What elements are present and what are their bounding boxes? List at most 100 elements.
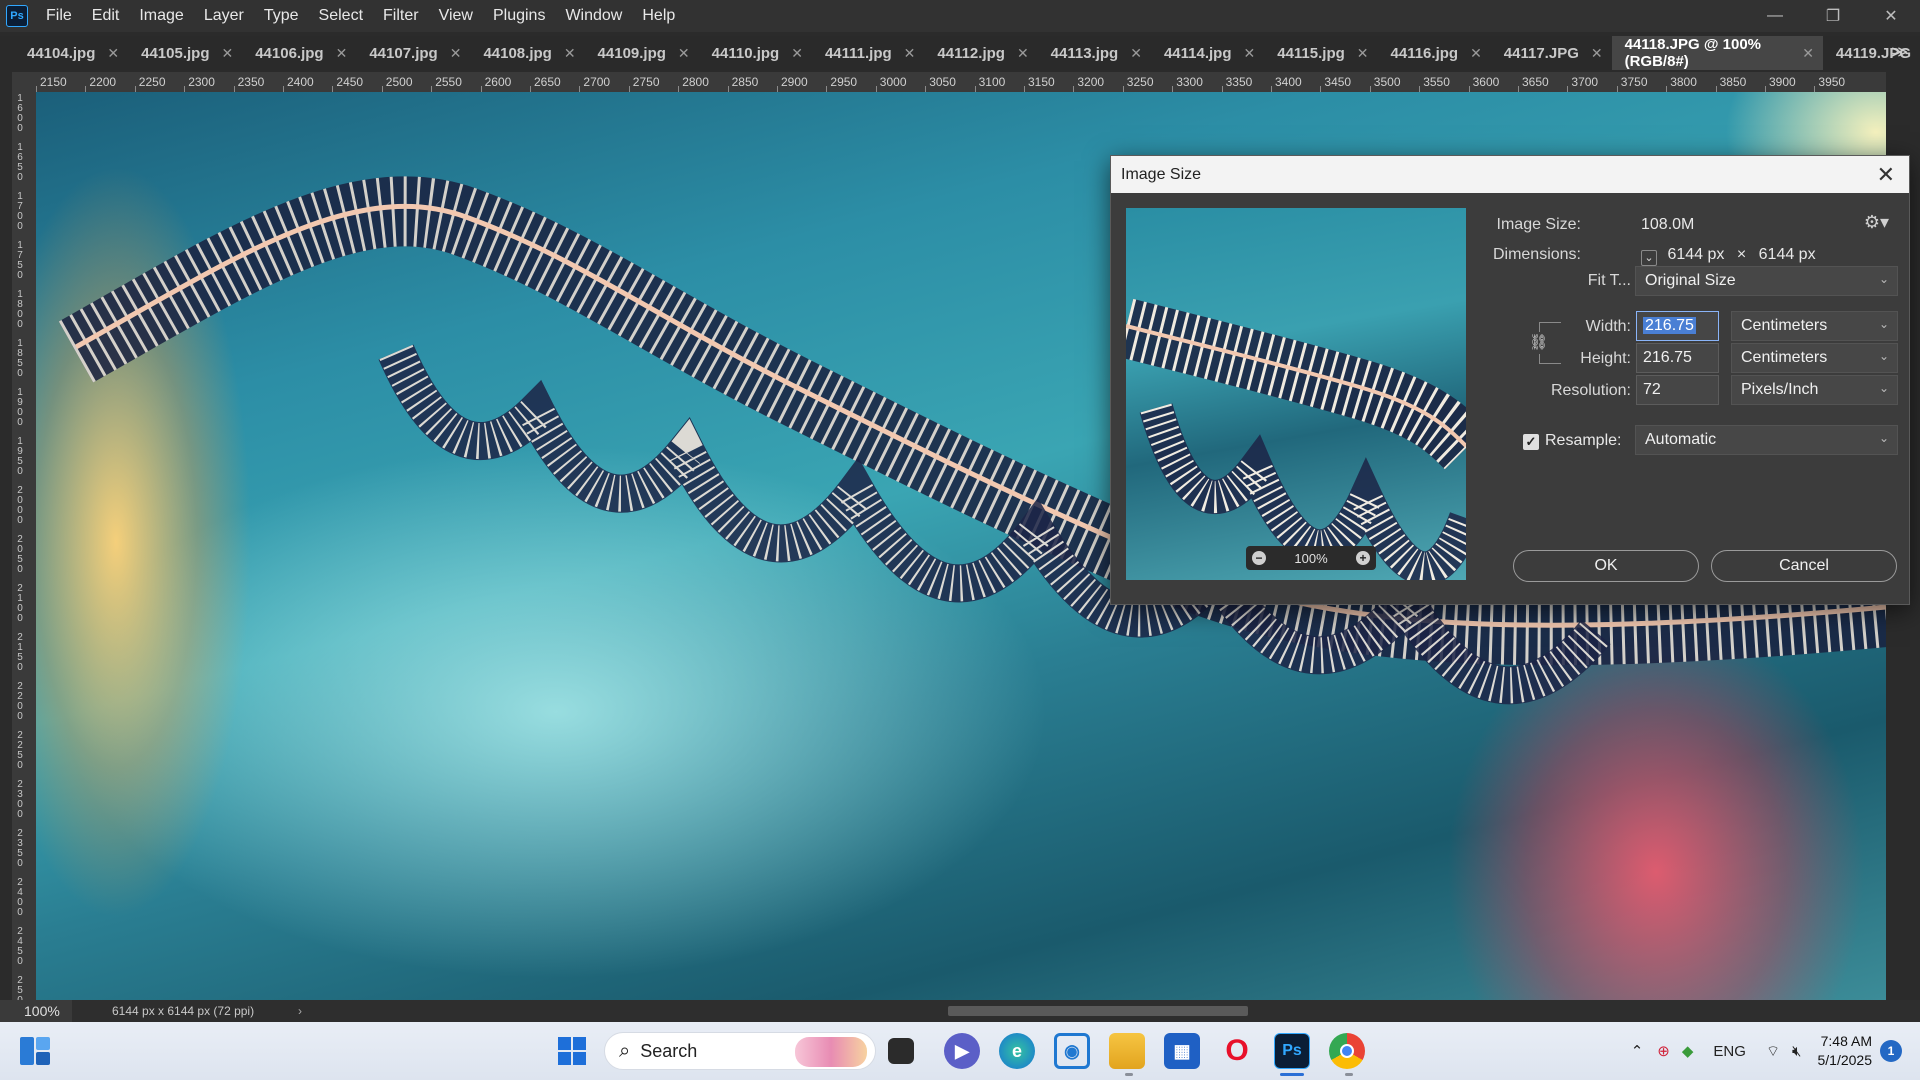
menu-type[interactable]: Type — [254, 0, 309, 32]
chrome-icon[interactable] — [1329, 1033, 1365, 1069]
vpn-globe-icon[interactable]: ⊕ — [1657, 1042, 1670, 1060]
ruler-tick-label: 2650 — [534, 75, 561, 89]
opera-icon[interactable]: O — [1219, 1033, 1255, 1069]
document-tab[interactable]: 44111.jpg ✕ — [812, 36, 924, 70]
notification-badge[interactable]: 1 — [1880, 1040, 1902, 1062]
resolution-label: Resolution: — [1550, 382, 1631, 399]
file-explorer-icon[interactable] — [1109, 1033, 1145, 1069]
menu-file[interactable]: File — [36, 0, 82, 32]
tab-close-icon[interactable]: ✕ — [1130, 45, 1142, 62]
maximize-icon[interactable]: ❐ — [1804, 0, 1862, 32]
windows-taskbar: ⌕ Search ▶ e ◉ ▦ O Ps ⌃ ⊕ ◆ ENG ⌔ 🔇︎ 7:4… — [0, 1022, 1920, 1080]
tab-close-icon[interactable]: ✕ — [678, 45, 690, 62]
snipping-icon[interactable]: ◉ — [1054, 1033, 1090, 1069]
zoom-in-icon[interactable]: + — [1356, 551, 1370, 565]
document-tab[interactable]: 44115.jpg ✕ — [1264, 36, 1377, 70]
dialog-close-icon[interactable]: ✕ — [1877, 162, 1895, 188]
link-proportions-icon[interactable]: ⛓ — [1529, 332, 1548, 354]
status-menu-arrow-icon[interactable]: › — [298, 1004, 302, 1018]
document-tab[interactable]: 44113.jpg ✕ — [1038, 36, 1151, 70]
tab-close-icon[interactable]: ✕ — [1591, 45, 1603, 62]
image-preview[interactable]: − 100% + — [1126, 208, 1466, 580]
tab-close-icon[interactable]: ✕ — [1244, 45, 1256, 62]
start-icon[interactable] — [554, 1033, 590, 1069]
network-app-icon[interactable]: ◆ — [1682, 1042, 1694, 1060]
width-unit-dropdown[interactable]: Centimeters ⌄ — [1731, 311, 1898, 341]
fit-to-dropdown[interactable]: Original Size ⌄ — [1635, 266, 1898, 296]
tab-close-icon[interactable]: ✕ — [904, 45, 916, 62]
tab-label: 44109.jpg — [597, 44, 666, 62]
tab-close-icon[interactable]: ✕ — [450, 45, 462, 62]
document-tab[interactable]: 44106.jpg ✕ — [242, 36, 356, 70]
menu-view[interactable]: View — [429, 0, 483, 32]
ruler-tick-label: 2750 — [632, 75, 660, 89]
height-unit-dropdown[interactable]: Centimeters ⌄ — [1731, 343, 1898, 373]
scrollbar-thumb[interactable] — [948, 1006, 1248, 1016]
tab-close-icon[interactable]: ✕ — [221, 45, 233, 62]
zoom-out-icon[interactable]: − — [1252, 551, 1266, 565]
chevron-up-icon[interactable]: ⌃ — [1631, 1042, 1644, 1060]
menu-image[interactable]: Image — [129, 0, 193, 32]
tab-close-icon[interactable]: ✕ — [336, 45, 348, 62]
tab-close-icon[interactable]: ✕ — [1017, 45, 1029, 62]
resample-checkbox[interactable]: ✓ — [1523, 434, 1539, 450]
document-tab[interactable]: 44110.jpg ✕ — [699, 36, 812, 70]
close-icon[interactable]: ✕ — [1862, 0, 1920, 32]
volume-muted-icon[interactable]: 🔇︎ — [1792, 1043, 1801, 1060]
ruler-tick-label: 2900 — [781, 75, 808, 89]
document-tab[interactable]: 44107.jpg ✕ — [356, 36, 470, 70]
document-tab[interactable]: 44104.jpg ✕ — [14, 36, 128, 70]
edge-icon[interactable]: e — [999, 1033, 1035, 1069]
wifi-icon[interactable]: ⌔ — [1766, 1042, 1780, 1061]
running-app-indicator — [1125, 1073, 1133, 1076]
tab-close-icon[interactable]: ✕ — [1357, 45, 1369, 62]
language-indicator[interactable]: ENG — [1713, 1043, 1746, 1060]
menu-help[interactable]: Help — [632, 0, 685, 32]
ok-button[interactable]: OK — [1513, 550, 1699, 582]
zoom-level[interactable]: 100% — [0, 1000, 72, 1022]
menu-edit[interactable]: Edit — [82, 0, 130, 32]
tab-close-icon[interactable]: ✕ — [107, 45, 119, 62]
clock[interactable]: 7:48 AM 5/1/2025 — [1818, 1032, 1873, 1070]
document-tab[interactable]: 44116.jpg ✕ — [1378, 36, 1491, 70]
task-view-icon[interactable] — [888, 1038, 914, 1064]
vertical-ruler[interactable]: 1600 1650 1700 1750 1800 1850 1900 1950 2000 2050… — [12, 92, 36, 1000]
width-input[interactable]: 216.75 — [1636, 311, 1719, 341]
document-tab[interactable]: 44105.jpg ✕ — [128, 36, 242, 70]
chevron-down-icon: ⌄ — [1878, 317, 1889, 331]
ruler-tick-label: 2300 — [188, 75, 215, 89]
menu-select[interactable]: Select — [309, 0, 373, 32]
tab-close-icon[interactable]: ✕ — [1802, 45, 1814, 62]
tab-close-icon[interactable]: ✕ — [791, 45, 803, 62]
photoshop-icon[interactable]: Ps — [1274, 1033, 1310, 1069]
document-tab[interactable]: 44118.JPG @ 100% (RGB/8#) ✕ — [1611, 36, 1823, 70]
cancel-button[interactable]: Cancel — [1711, 550, 1897, 582]
teams-icon[interactable]: ▶ — [944, 1033, 980, 1069]
document-tab[interactable]: 44112.jpg ✕ — [924, 36, 1037, 70]
horizontal-scrollbar[interactable] — [318, 1006, 1878, 1016]
document-tab[interactable]: 44108.jpg ✕ — [470, 36, 584, 70]
preview-zoom-control: − 100% + — [1246, 546, 1376, 570]
menu-layer[interactable]: Layer — [194, 0, 254, 32]
document-tab[interactable]: 44114.jpg ✕ — [1151, 36, 1264, 70]
tab-close-icon[interactable]: ✕ — [564, 45, 576, 62]
more-tabs-icon[interactable]: ≫ — [1891, 36, 1908, 70]
settings-gear-icon[interactable]: ⚙▾ — [1864, 212, 1889, 233]
document-tab[interactable]: 44117.JPG ✕ — [1491, 36, 1612, 70]
widgets-icon[interactable] — [18, 1035, 52, 1067]
ruler-tick-label: 3850 — [1719, 75, 1747, 89]
menu-filter[interactable]: Filter — [373, 0, 429, 32]
tab-close-icon[interactable]: ✕ — [1470, 45, 1482, 62]
minimize-icon[interactable]: — — [1746, 0, 1804, 32]
taskbar-search-box[interactable]: ⌕ Search — [604, 1032, 876, 1070]
horizontal-ruler[interactable]: 2150 2200 2250 2300 2350 2400 2450 2500 2550 2600… — [36, 72, 1886, 92]
menu-window[interactable]: Window — [555, 0, 632, 32]
store-icon[interactable]: ▦ — [1164, 1033, 1200, 1069]
resolution-unit-dropdown[interactable]: Pixels/Inch ⌄ — [1731, 375, 1898, 405]
document-tab[interactable]: 44109.jpg ✕ — [585, 36, 699, 70]
menu-plugins[interactable]: Plugins — [483, 0, 555, 32]
height-input[interactable]: 216.75 — [1636, 343, 1719, 373]
dimensions-dropdown-chevron-icon[interactable]: ⌄ — [1641, 250, 1657, 266]
resolution-input[interactable]: 72 — [1636, 375, 1719, 405]
resample-dropdown[interactable]: Automatic ⌄ — [1635, 425, 1898, 455]
